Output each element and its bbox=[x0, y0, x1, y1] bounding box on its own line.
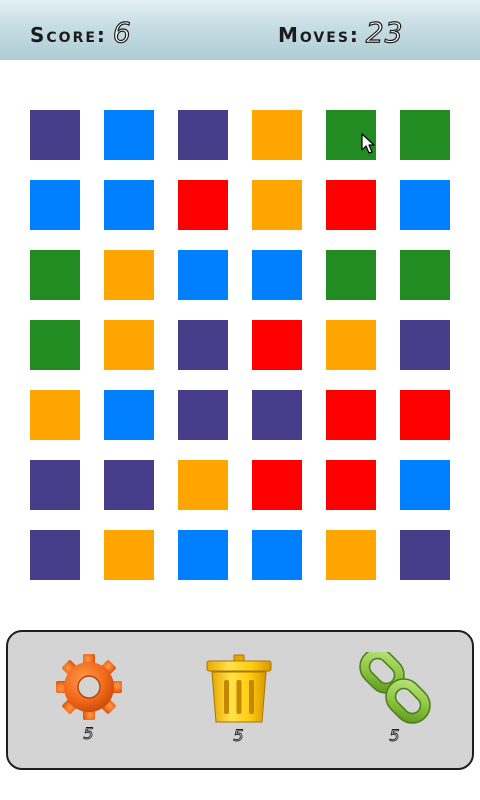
tile-blue[interactable] bbox=[104, 180, 154, 230]
score-display: Score: 6 bbox=[30, 15, 132, 49]
tile-orange[interactable] bbox=[104, 320, 154, 370]
tile-green[interactable] bbox=[400, 110, 450, 160]
tile-orange[interactable] bbox=[326, 320, 376, 370]
chain-link-icon bbox=[359, 652, 431, 724]
tile-green[interactable] bbox=[326, 250, 376, 300]
tile-purple[interactable] bbox=[400, 530, 450, 580]
tile-green[interactable] bbox=[30, 250, 80, 300]
tile-red[interactable] bbox=[252, 460, 302, 510]
tile-orange[interactable] bbox=[252, 180, 302, 230]
tile-red[interactable] bbox=[326, 390, 376, 440]
tile-blue[interactable] bbox=[400, 180, 450, 230]
tile-orange[interactable] bbox=[252, 110, 302, 160]
tile-red[interactable] bbox=[252, 320, 302, 370]
tile-purple[interactable] bbox=[178, 110, 228, 160]
tile-blue[interactable] bbox=[252, 250, 302, 300]
link-powerup-button[interactable]: 5 bbox=[350, 652, 440, 762]
gear-icon bbox=[56, 654, 122, 720]
score-label: Score: bbox=[30, 23, 107, 47]
tile-orange[interactable] bbox=[326, 530, 376, 580]
tile-purple[interactable] bbox=[178, 390, 228, 440]
tile-red[interactable] bbox=[400, 390, 450, 440]
tile-blue[interactable] bbox=[252, 530, 302, 580]
delete-count: 5 bbox=[233, 726, 245, 746]
tile-orange[interactable] bbox=[30, 390, 80, 440]
tile-blue[interactable] bbox=[178, 250, 228, 300]
moves-value: 23 bbox=[365, 15, 404, 49]
tile-blue[interactable] bbox=[104, 390, 154, 440]
tile-orange[interactable] bbox=[104, 530, 154, 580]
settings-powerup-button[interactable]: 5 bbox=[44, 652, 134, 762]
trash-can-icon bbox=[206, 654, 272, 723]
game-board bbox=[30, 110, 450, 580]
tile-purple[interactable] bbox=[30, 110, 80, 160]
moves-label: Moves: bbox=[278, 23, 360, 47]
score-value: 6 bbox=[112, 15, 132, 49]
tile-purple[interactable] bbox=[178, 320, 228, 370]
tile-purple[interactable] bbox=[104, 460, 154, 510]
tile-purple[interactable] bbox=[30, 460, 80, 510]
delete-powerup-button[interactable]: 5 bbox=[194, 652, 284, 762]
tile-green[interactable] bbox=[400, 250, 450, 300]
tile-purple[interactable] bbox=[252, 390, 302, 440]
tile-red[interactable] bbox=[326, 180, 376, 230]
tile-green[interactable] bbox=[30, 320, 80, 370]
tile-blue[interactable] bbox=[400, 460, 450, 510]
powerup-toolbar: 5 5 5 bbox=[6, 630, 474, 770]
tile-red[interactable] bbox=[178, 180, 228, 230]
tile-blue[interactable] bbox=[104, 110, 154, 160]
tile-purple[interactable] bbox=[30, 530, 80, 580]
tile-purple[interactable] bbox=[400, 320, 450, 370]
tile-red[interactable] bbox=[326, 460, 376, 510]
tile-blue[interactable] bbox=[30, 180, 80, 230]
link-count: 5 bbox=[389, 726, 401, 746]
tile-green[interactable] bbox=[326, 110, 376, 160]
tile-blue[interactable] bbox=[178, 530, 228, 580]
status-bar: Score: 6 Moves: 23 bbox=[0, 0, 480, 60]
settings-count: 5 bbox=[83, 724, 95, 744]
moves-display: Moves: 23 bbox=[278, 15, 404, 49]
tile-orange[interactable] bbox=[178, 460, 228, 510]
tile-orange[interactable] bbox=[104, 250, 154, 300]
